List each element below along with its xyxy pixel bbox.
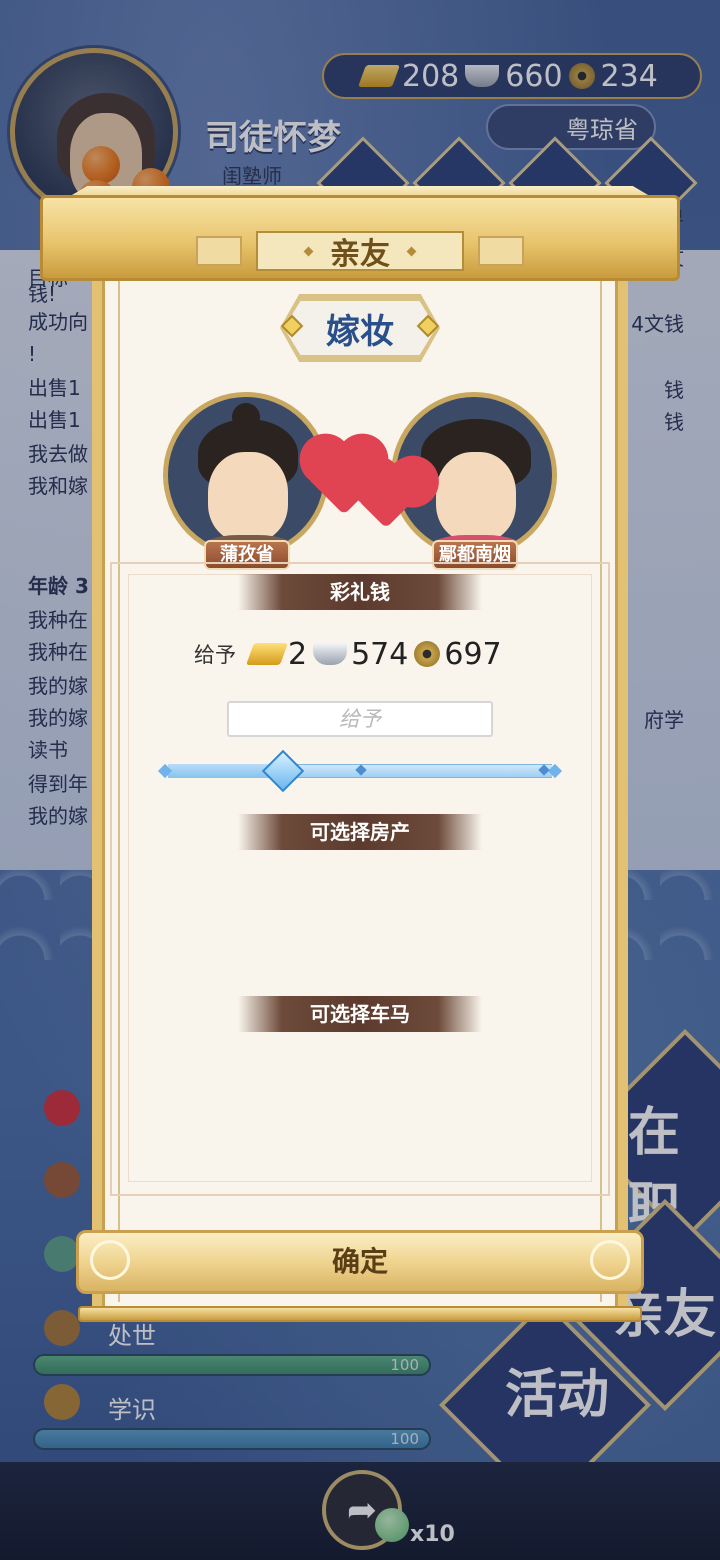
cloud-ornament <box>590 1240 630 1280</box>
decor-window <box>478 236 524 266</box>
dowry-title: 嫁妆 <box>326 311 394 352</box>
give-label: 给予 <box>194 643 236 667</box>
plaque-dot <box>303 246 314 256</box>
betrothal-money-section: 彩礼钱 <box>238 574 482 610</box>
hair-bun <box>232 403 260 431</box>
give-copper: 697 <box>444 636 502 672</box>
give-gold: 2 <box>288 636 308 672</box>
modal-tab-title: 亲友 <box>256 231 464 272</box>
give-amount-input[interactable]: 给予 <box>227 701 493 737</box>
face <box>208 452 288 542</box>
copper-coin-icon <box>414 641 441 667</box>
face <box>436 452 516 542</box>
confirm-button[interactable]: 确定 <box>76 1230 644 1294</box>
gold-ingot-icon <box>245 643 289 665</box>
carriage-section: 可选择车马 <box>238 996 482 1032</box>
tab-title-text: 亲友 <box>330 237 390 272</box>
decor-window <box>196 236 242 266</box>
plaque-dot <box>406 246 417 256</box>
silver-ingot-icon <box>313 643 348 665</box>
property-section: 可选择房产 <box>238 814 482 850</box>
scroll-bottom-rod <box>78 1306 642 1322</box>
give-silver: 574 <box>351 636 409 672</box>
dowry-header: 嫁妆 <box>284 298 436 358</box>
give-amount-row: 给予 2 574 697 <box>194 634 508 674</box>
cloud-ornament <box>90 1240 130 1280</box>
